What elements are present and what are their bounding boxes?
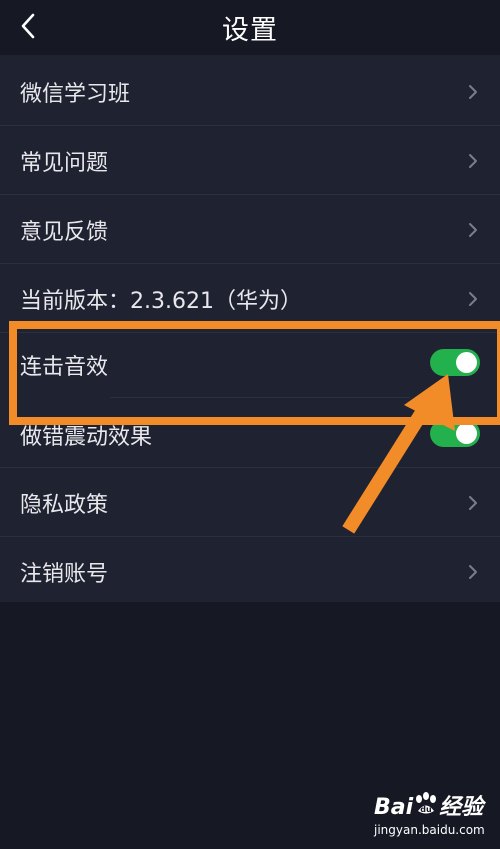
paw-icon: du <box>413 792 439 822</box>
watermark-logo-suffix: 经验 <box>439 795 484 820</box>
settings-page: 设置 微信学习班 常见问题 意见反馈 当前版本：2.3.621（华为） 连击音效… <box>0 0 500 849</box>
baidu-jingyan-watermark: Bai du 经验 jingyan.baidu.com <box>374 789 485 837</box>
annotation-arrow-icon <box>342 374 455 534</box>
watermark-logo: Bai du 经验 <box>374 789 483 822</box>
svg-text:du: du <box>420 805 432 814</box>
watermark-url: jingyan.baidu.com <box>374 823 485 837</box>
watermark-logo-prefix: Bai <box>374 795 414 820</box>
